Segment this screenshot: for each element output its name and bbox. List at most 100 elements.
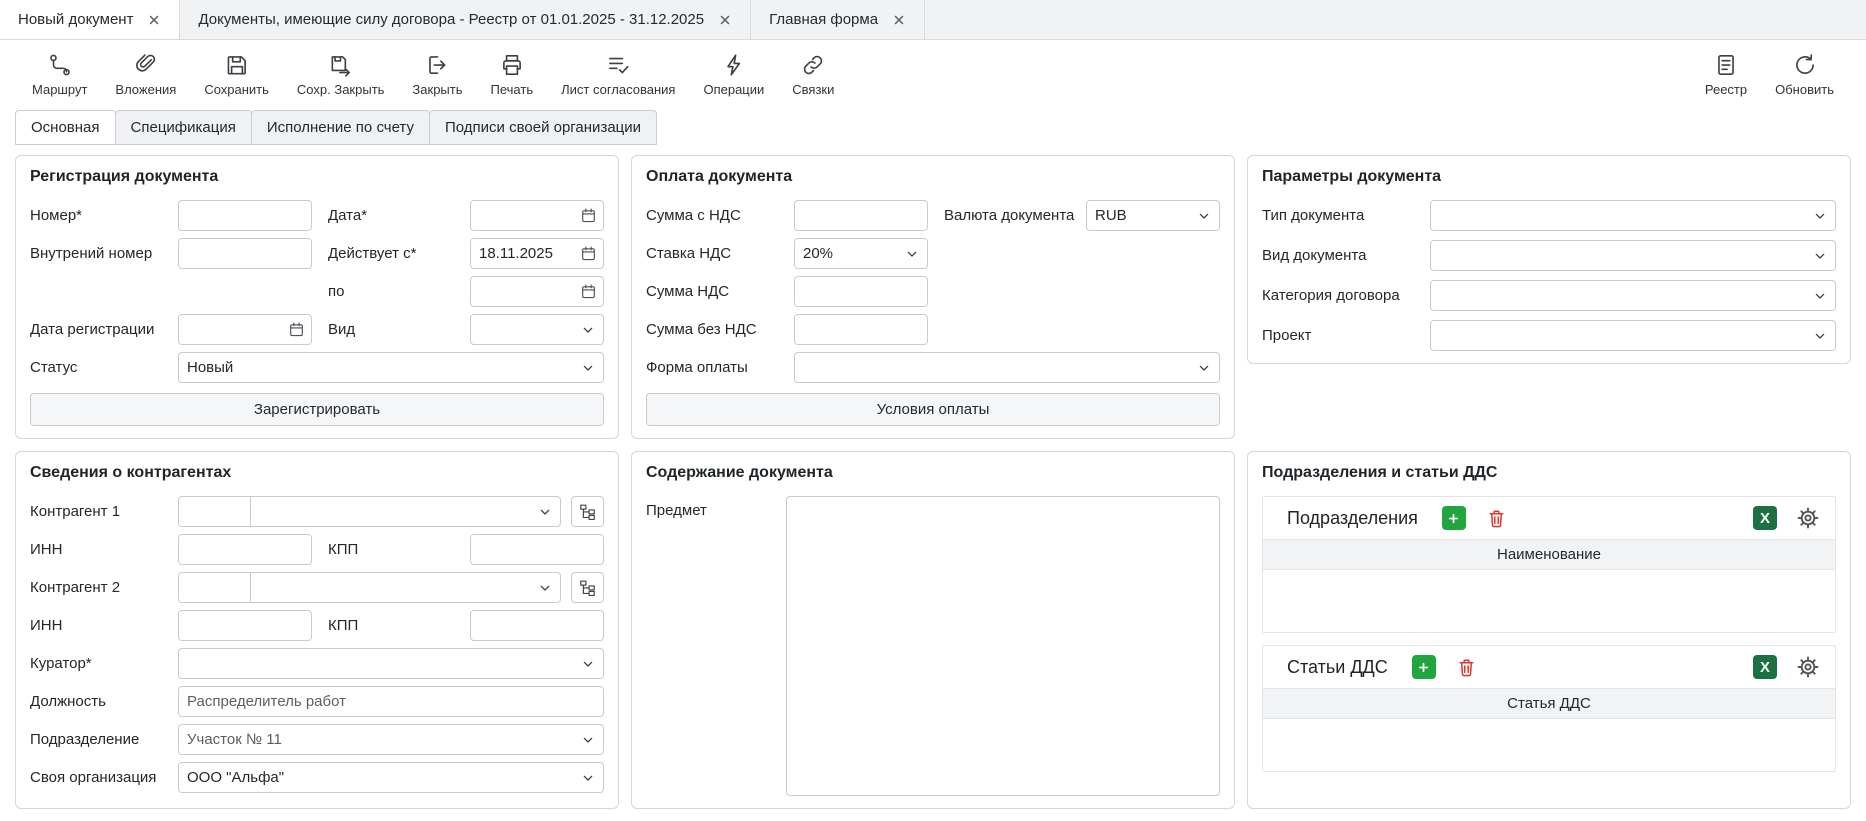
internal-number-input[interactable]: [178, 238, 312, 269]
toolbar-operations-button[interactable]: Операции: [693, 48, 774, 101]
toolbar-links-button[interactable]: Связки: [782, 48, 844, 101]
cashflow-table-toolbar: Статьи ДДС X: [1263, 646, 1835, 688]
tab-own-signatures[interactable]: Подписи своей организации: [429, 110, 657, 145]
label-inn2: ИНН: [30, 617, 178, 634]
panel-parameters: Параметры документа Тип документа Вид до…: [1247, 155, 1851, 364]
counterparty1-select[interactable]: [251, 497, 560, 526]
toolbar-save-button[interactable]: Сохранить: [194, 48, 279, 101]
counterparty1-combobox[interactable]: [178, 496, 561, 527]
amount-without-vat-input[interactable]: [794, 314, 928, 345]
department-select[interactable]: Участок № 11: [178, 724, 604, 755]
departments-settings-button[interactable]: [1795, 505, 1821, 531]
chevron-down-icon: [1196, 208, 1212, 224]
cashflow-add-row-button[interactable]: [1412, 655, 1436, 679]
window-tab-label: Новый документ: [18, 11, 133, 28]
toolbar-label: Печать: [491, 82, 534, 97]
toolbar-print-button[interactable]: Печать: [481, 48, 544, 101]
close-tab-icon[interactable]: [147, 13, 161, 27]
panel-title: Оплата документа: [646, 168, 1220, 186]
kpp2-input[interactable]: [470, 610, 604, 641]
window-tab-new-document[interactable]: Новый документ: [0, 0, 180, 39]
currency-select[interactable]: RUB: [1086, 200, 1220, 231]
toolbar-label: Реестр: [1705, 82, 1747, 97]
departments-table-toolbar: Подразделения X: [1263, 497, 1835, 539]
payment-terms-button[interactable]: Условия оплаты: [646, 393, 1220, 426]
amount-with-vat-input[interactable]: [794, 200, 928, 231]
counterparty2-code-input[interactable]: [179, 573, 251, 602]
chevron-down-icon: [580, 770, 596, 786]
tab-specification[interactable]: Спецификация: [115, 110, 252, 145]
toolbar-close-button[interactable]: Закрыть: [402, 48, 472, 101]
kpp1-input[interactable]: [470, 534, 604, 565]
inn1-input[interactable]: [178, 534, 312, 565]
vat-rate-select[interactable]: 20%: [794, 238, 928, 269]
chevron-down-icon: [904, 246, 920, 262]
own-organization-value: ООО "Альфа": [187, 769, 574, 786]
departments-export-excel-button[interactable]: X: [1753, 506, 1777, 530]
cashflow-settings-button[interactable]: [1795, 654, 1821, 680]
calendar-icon[interactable]: [288, 321, 305, 338]
contract-category-select[interactable]: [1430, 280, 1836, 311]
panel-title: Регистрация документа: [30, 168, 604, 186]
counterparty1-tree-button[interactable]: [571, 496, 604, 527]
counterparty2-select[interactable]: [251, 573, 560, 602]
label-kpp2: КПП: [312, 617, 470, 634]
panel-payment: Оплата документа Сумма с НДС Валюта доку…: [631, 155, 1235, 439]
toolbar-approval-sheet-button[interactable]: Лист согласования: [551, 48, 685, 101]
window-tab-label: Документы, имеющие силу договора - Реест…: [198, 11, 704, 28]
panel-registration: Регистрация документа Номер* Дата* Внутр…: [15, 155, 619, 439]
departments-add-row-button[interactable]: [1442, 506, 1466, 530]
window-tab-main-form[interactable]: Главная форма: [751, 0, 925, 39]
chevron-down-icon: [537, 504, 553, 520]
status-select[interactable]: Новый: [178, 352, 604, 383]
toolbar-save-close-button[interactable]: Сохр. Закрыть: [287, 48, 395, 101]
label-valid-from: Действует с*: [312, 245, 470, 262]
registration-date-field[interactable]: [178, 314, 312, 345]
calendar-icon[interactable]: [580, 207, 597, 224]
position-input[interactable]: [178, 686, 604, 717]
subject-textarea[interactable]: [786, 496, 1220, 796]
doc-date-field[interactable]: [470, 200, 604, 231]
doc-type-select[interactable]: [1430, 200, 1836, 231]
toolbar-label: Операции: [703, 82, 764, 97]
tab-main[interactable]: Основная: [15, 110, 116, 145]
calendar-icon[interactable]: [580, 245, 597, 262]
kind-select[interactable]: [470, 314, 604, 345]
toolbar-route-button[interactable]: Маршрут: [22, 48, 97, 101]
label-vat-rate: Ставка НДС: [646, 245, 794, 262]
valid-from-field[interactable]: [470, 238, 604, 269]
counterparty2-combobox[interactable]: [178, 572, 561, 603]
close-tab-icon[interactable]: [892, 13, 906, 27]
register-button[interactable]: Зарегистрировать: [30, 393, 604, 426]
curator-select[interactable]: [178, 648, 604, 679]
calendar-icon[interactable]: [580, 283, 597, 300]
doc-kind-select[interactable]: [1430, 240, 1836, 271]
toolbar-refresh-button[interactable]: Обновить: [1765, 48, 1844, 101]
toolbar-registry-button[interactable]: Реестр: [1695, 48, 1757, 101]
counterparty2-tree-button[interactable]: [571, 572, 604, 603]
cashflow-delete-row-button[interactable]: [1454, 654, 1480, 680]
counterparty1-code-input[interactable]: [179, 497, 251, 526]
vat-amount-input[interactable]: [794, 276, 928, 307]
toolbar-attachments-button[interactable]: Вложения: [105, 48, 186, 101]
plus-icon: [1446, 511, 1461, 526]
tab-invoice-execution[interactable]: Исполнение по счету: [251, 110, 430, 145]
window-tab-registry-documents[interactable]: Документы, имеющие силу договора - Реест…: [180, 0, 751, 39]
valid-to-field[interactable]: [470, 276, 604, 307]
payment-form-select[interactable]: [794, 352, 1220, 383]
panel-counterparties: Сведения о контрагентах Контрагент 1 ИНН…: [15, 451, 619, 809]
cashflow-export-excel-button[interactable]: X: [1753, 655, 1777, 679]
lightning-icon: [721, 52, 747, 78]
inn2-input[interactable]: [178, 610, 312, 641]
label-payment-form: Форма оплаты: [646, 359, 794, 376]
departments-table: Подразделения X Наименование: [1262, 496, 1836, 633]
label-amount-without-vat: Сумма без НДС: [646, 321, 794, 338]
label-project: Проект: [1262, 327, 1430, 344]
departments-delete-row-button[interactable]: [1484, 505, 1510, 531]
section-title: Подразделения: [1287, 508, 1418, 529]
own-organization-select[interactable]: ООО "Альфа": [178, 762, 604, 793]
close-tab-icon[interactable]: [718, 13, 732, 27]
number-input[interactable]: [178, 200, 312, 231]
project-select[interactable]: [1430, 320, 1836, 351]
label-department: Подразделение: [30, 731, 178, 748]
